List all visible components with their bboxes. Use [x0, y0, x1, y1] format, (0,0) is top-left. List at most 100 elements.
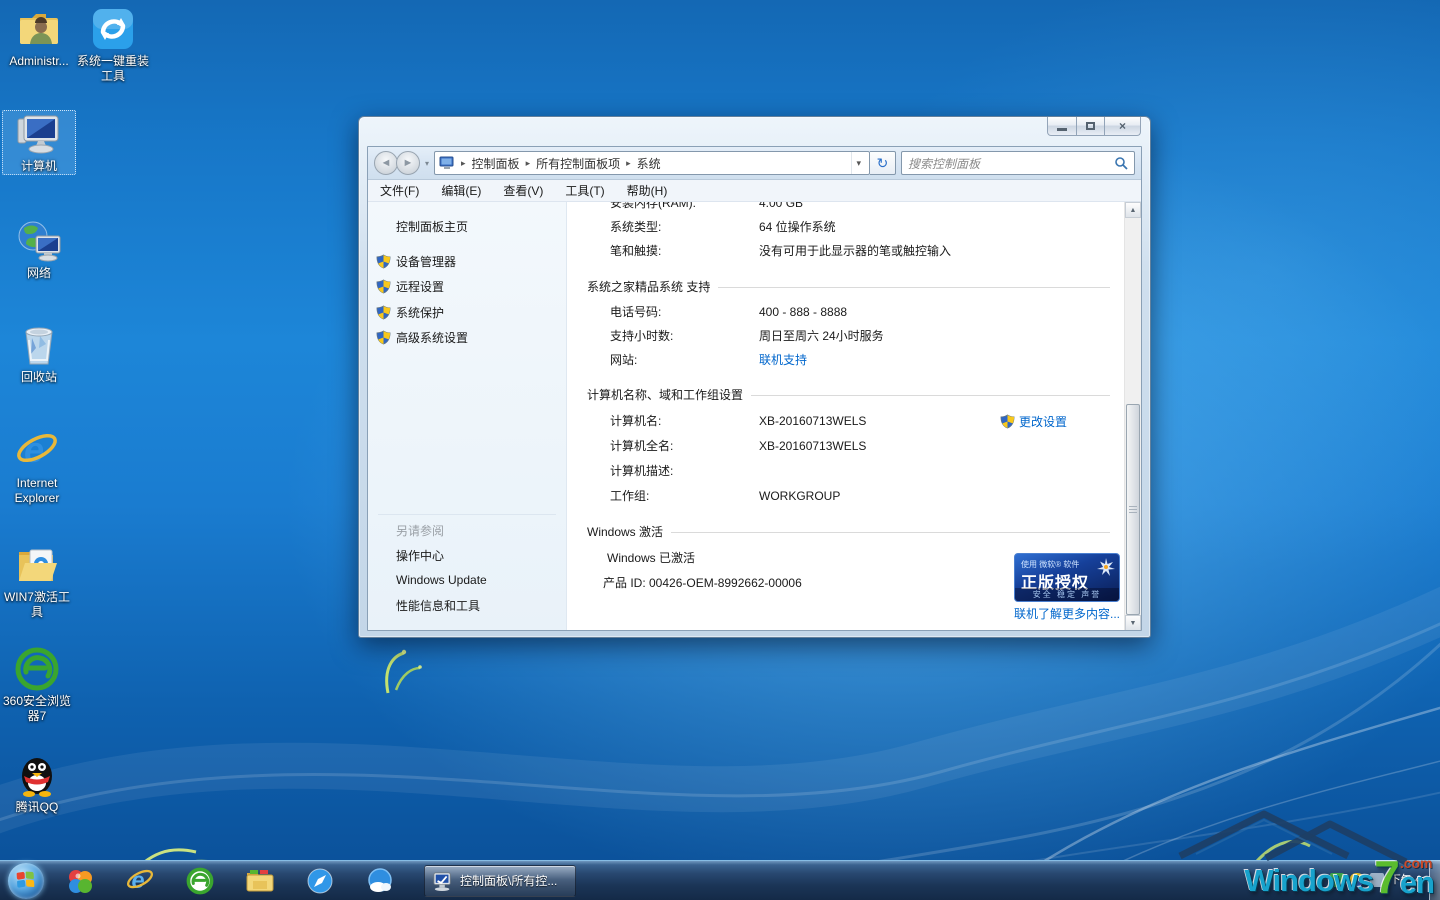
- desktop-icon-label: 计算机: [3, 159, 75, 174]
- online-support-link[interactable]: 联机支持: [759, 349, 807, 371]
- change-settings-link[interactable]: 更改设置: [1000, 410, 1067, 432]
- user-folder-icon: [16, 6, 62, 52]
- taskbar-icon-explorer[interactable]: [240, 864, 280, 898]
- qq-penguin-icon: [14, 752, 60, 798]
- desktop-icon-computer[interactable]: 计算机: [2, 110, 76, 175]
- compass-icon: [306, 867, 334, 895]
- desktop-icon-network[interactable]: 网络: [2, 218, 76, 281]
- desktop-icon-win7-activator[interactable]: WIN7激活工具: [0, 542, 74, 620]
- desktop-icon-administrator[interactable]: Administr...: [2, 6, 76, 69]
- show-desktop-button[interactable]: [1429, 860, 1440, 900]
- computer-icon: [16, 111, 62, 157]
- scroll-down-button[interactable]: ▼: [1125, 615, 1141, 631]
- minimize-button[interactable]: [1047, 117, 1077, 136]
- breadcrumb-arrow[interactable]: ▸: [624, 158, 633, 169]
- spec-row-ram: 安装内存(RAM): 4.00 GB: [567, 202, 1124, 214]
- system-window: × ◄ ► ▾ ▸ 控制面板 ▸ 所有控制面板项 ▸: [358, 116, 1151, 638]
- address-bar[interactable]: ▸ 控制面板 ▸ 所有控制面板项 ▸ 系统 ▾: [434, 151, 870, 175]
- ie-icon: e: [125, 866, 155, 896]
- desktop-icon-label: 系统一键重装工具: [76, 54, 150, 84]
- start-button[interactable]: [8, 863, 44, 899]
- sidebar-item-action-center[interactable]: 操作中心: [368, 545, 444, 565]
- titlebar[interactable]: ×: [359, 117, 1150, 146]
- menu-help[interactable]: 帮助(H): [627, 182, 668, 199]
- desktop-icon-reinstall-tool[interactable]: 系统一键重装工具: [76, 6, 150, 84]
- uac-shield-icon: [376, 305, 391, 320]
- breadcrumb-all-items[interactable]: 所有控制面板项: [536, 155, 620, 172]
- network-icon: [16, 218, 62, 264]
- computer-row-fullname: 计算机全名: XB-20160713WELS: [567, 435, 1124, 457]
- menu-tools[interactable]: 工具(T): [565, 182, 604, 199]
- computer-row-description: 计算机描述:: [567, 460, 1124, 482]
- system-page-icon: [439, 156, 455, 170]
- spec-row-system-type: 系统类型: 64 位操作系统: [567, 216, 1124, 238]
- desktop-icon-label: Internet Explorer: [0, 476, 74, 506]
- folder-icon: [245, 868, 275, 894]
- menu-edit[interactable]: 编辑(E): [441, 182, 481, 199]
- scrollbar-thumb[interactable]: [1126, 404, 1140, 615]
- sidebar-item-remote-settings[interactable]: 远程设置: [368, 276, 444, 296]
- desktop-icon-label: 回收站: [2, 370, 76, 385]
- learn-more-online-link[interactable]: 联机了解更多内容...: [1014, 605, 1124, 622]
- taskbar: e: [0, 860, 1440, 900]
- sidebar-item-performance-tools[interactable]: 性能信息和工具: [368, 595, 480, 615]
- desktop-icon-recycle-bin[interactable]: 回收站: [2, 322, 76, 385]
- computer-row-workgroup: 工作组: WORKGROUP: [567, 485, 1124, 507]
- reinstall-tool-icon: [90, 6, 136, 52]
- desktop-icon-label: 360安全浏览器7: [0, 694, 74, 724]
- 360-browser-icon: [186, 867, 214, 895]
- sidebar-item-control-panel-home[interactable]: 控制面板主页: [368, 216, 468, 236]
- breadcrumb-system[interactable]: 系统: [637, 155, 661, 172]
- menu-file[interactable]: 文件(F): [380, 182, 419, 199]
- breadcrumb-arrow[interactable]: ▸: [524, 158, 533, 169]
- menu-bar: 文件(F) 编辑(E) 查看(V) 工具(T) 帮助(H): [368, 180, 1141, 202]
- desktop-icon-360-browser[interactable]: 360安全浏览器7: [0, 646, 74, 724]
- taskbar-icon-browser-compass[interactable]: [300, 864, 340, 898]
- recent-pages-chevron[interactable]: ▾: [425, 159, 429, 168]
- desktop-icon-label: WIN7激活工具: [0, 590, 74, 620]
- vertical-scrollbar[interactable]: ▲ ▼: [1124, 202, 1141, 631]
- computer-name-section-header: 计算机名称、域和工作组设置: [587, 383, 1110, 405]
- tray-shield-icon[interactable]: [1350, 873, 1364, 887]
- colorful-spheres-icon: [66, 867, 94, 895]
- sidebar-item-device-manager[interactable]: 设备管理器: [368, 251, 456, 271]
- system-tray[interactable]: 下午 4:: [1330, 860, 1424, 900]
- search-icon[interactable]: [1114, 156, 1128, 170]
- support-row-hours: 支持小时数: 周日至周六 24小时服务: [567, 325, 1124, 347]
- scroll-up-button[interactable]: ▲: [1125, 202, 1141, 218]
- folder-app-icon: [14, 542, 60, 588]
- breadcrumb-control-panel[interactable]: 控制面板: [472, 155, 520, 172]
- sidebar-item-advanced-system-settings[interactable]: 高级系统设置: [368, 327, 468, 347]
- genuine-software-badge: 使用 微软® 软件 正版授权 安全 稳定 声誉: [1014, 553, 1120, 602]
- tray-icon-green[interactable]: [1330, 873, 1344, 887]
- back-button[interactable]: ◄: [374, 151, 398, 175]
- close-button[interactable]: ×: [1105, 117, 1141, 136]
- desktop-icon-qq[interactable]: 腾讯QQ: [0, 752, 74, 815]
- desktop-icon-internet-explorer[interactable]: e Internet Explorer: [0, 428, 74, 506]
- support-row-website: 网站: 联机支持: [567, 349, 1124, 371]
- sidebar: 控制面板主页 设备管理器 远程设置 系统保护: [368, 202, 567, 631]
- restore-button[interactable]: [1077, 117, 1105, 136]
- address-dropdown-icon[interactable]: ▾: [851, 152, 865, 174]
- computer-icon: [432, 871, 454, 891]
- sidebar-item-windows-update[interactable]: Windows Update: [368, 570, 487, 590]
- refresh-button[interactable]: ↻: [870, 151, 896, 175]
- taskbar-icon-360-safe[interactable]: [60, 864, 100, 898]
- sidebar-item-system-protection[interactable]: 系统保护: [368, 302, 444, 322]
- tray-icon-misc[interactable]: [1370, 873, 1384, 887]
- desktop-icon-label: 腾讯QQ: [0, 800, 74, 815]
- sidebar-divider: [378, 514, 556, 515]
- see-also-header: 另请参阅: [368, 520, 444, 540]
- support-row-phone: 电话号码: 400 - 888 - 8888: [567, 301, 1124, 323]
- ie-icon: e: [14, 428, 60, 474]
- taskbar-icon-360-browser[interactable]: [180, 864, 220, 898]
- taskbar-icon-qq-browser[interactable]: [360, 864, 400, 898]
- activation-section-header: Windows 激活: [587, 520, 1110, 542]
- task-button-control-panel[interactable]: 控制面板\所有控...: [424, 865, 576, 897]
- forward-button[interactable]: ►: [396, 151, 420, 175]
- 360-browser-icon: [14, 646, 60, 692]
- menu-view[interactable]: 查看(V): [503, 182, 543, 199]
- taskbar-icon-internet-explorer[interactable]: e: [120, 864, 160, 898]
- search-box[interactable]: 搜索控制面板: [901, 151, 1135, 175]
- tray-clock[interactable]: 下午 4:: [1390, 874, 1424, 887]
